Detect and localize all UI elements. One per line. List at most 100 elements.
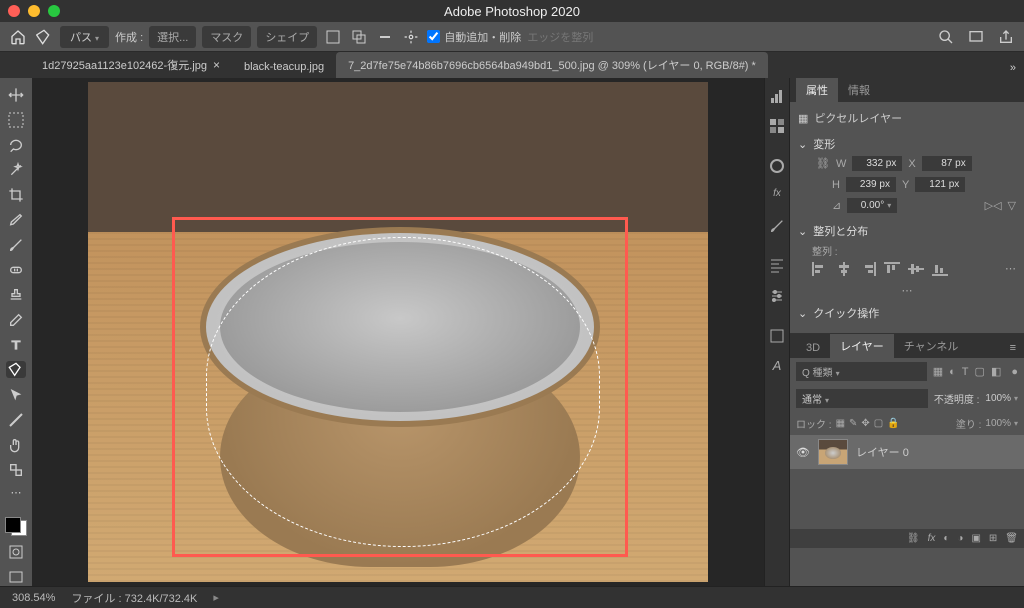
align-right-icon[interactable]: [860, 262, 876, 276]
chevron-down-icon[interactable]: ⌄: [798, 225, 807, 238]
min-dot[interactable]: [28, 5, 40, 17]
pen-tool-icon[interactable]: [6, 361, 26, 378]
opacity-field[interactable]: 100%: [985, 393, 1018, 404]
lock-pos-icon[interactable]: ✥: [861, 418, 869, 429]
mask-add-icon[interactable]: ◐: [943, 533, 949, 544]
status-caret-icon[interactable]: ▸: [213, 591, 219, 604]
align-hcenter-icon[interactable]: [836, 262, 852, 276]
panel-swatches-icon[interactable]: [769, 118, 785, 134]
layers-tab-3d[interactable]: 3D: [796, 338, 830, 358]
chevron-down-icon[interactable]: ⌄: [798, 138, 807, 151]
panel-glyph-icon[interactable]: A: [769, 358, 785, 374]
y-field[interactable]: 121 px: [915, 177, 965, 192]
mode-select[interactable]: パス: [60, 26, 109, 48]
chevron-down-icon[interactable]: ⌄: [798, 307, 807, 320]
filter-pixel-icon[interactable]: ▦: [933, 365, 943, 378]
search-icon[interactable]: [936, 27, 956, 47]
blend-mode-select[interactable]: 通常: [796, 389, 928, 408]
layers-tab-layers[interactable]: レイヤー: [830, 334, 894, 358]
path-op3-icon[interactable]: [375, 27, 395, 47]
filter-type-icon[interactable]: T: [962, 366, 969, 378]
panel-align-icon[interactable]: [769, 258, 785, 274]
more-tools-icon[interactable]: ⋯: [11, 486, 22, 499]
quickmask-icon[interactable]: [6, 544, 26, 561]
group-icon[interactable]: ▣: [971, 533, 980, 544]
type-tool-icon[interactable]: [6, 336, 26, 353]
home-icon[interactable]: [8, 27, 28, 47]
panel-menu-icon[interactable]: ≡: [1002, 338, 1024, 358]
flip-h-icon[interactable]: ▷◁: [985, 199, 1002, 212]
panel-adjust-icon[interactable]: [769, 288, 785, 304]
hand-tool-icon[interactable]: [6, 436, 26, 453]
align-top-icon[interactable]: [884, 262, 900, 276]
close-dot[interactable]: [8, 5, 20, 17]
healing-tool-icon[interactable]: [6, 261, 26, 278]
panel-histogram-icon[interactable]: [769, 88, 785, 104]
path-select-tool-icon[interactable]: [6, 386, 26, 403]
x-field[interactable]: 87 px: [922, 156, 972, 171]
layer-thumb[interactable]: [818, 439, 848, 465]
lasso-tool-icon[interactable]: [6, 136, 26, 153]
lock-paint-icon[interactable]: ✎: [849, 418, 857, 429]
color-swatches[interactable]: [5, 517, 27, 536]
share-icon[interactable]: [996, 27, 1016, 47]
link-wh-icon[interactable]: ⛓: [816, 157, 830, 170]
move-tool-icon[interactable]: [6, 86, 26, 103]
width-field[interactable]: 332 px: [852, 156, 902, 171]
props-tab-info[interactable]: 情報: [838, 78, 880, 102]
distribute-more-icon[interactable]: ⋯: [1005, 262, 1016, 276]
shape-button[interactable]: シェイプ: [257, 26, 317, 48]
ellipsis-icon[interactable]: ⋯: [798, 280, 1016, 301]
marquee-tool-icon[interactable]: [6, 111, 26, 128]
angle-field[interactable]: 0.00°: [847, 198, 897, 213]
align-left-icon[interactable]: [812, 262, 828, 276]
select-button[interactable]: 選択...: [149, 26, 196, 48]
link-layers-icon[interactable]: ⛓: [907, 533, 920, 544]
filter-adjust-icon[interactable]: ◐: [949, 366, 956, 378]
tab-0[interactable]: 1d27925aa1123e102462-復元.jpg×: [30, 52, 232, 78]
layer-row[interactable]: 👁 レイヤー 0: [790, 435, 1024, 469]
layer-name-label[interactable]: レイヤー 0: [856, 444, 909, 460]
stamp-tool-icon[interactable]: [6, 286, 26, 303]
lock-nest-icon[interactable]: ▢: [874, 418, 883, 429]
trash-icon[interactable]: 🗑: [1005, 533, 1018, 544]
gear-icon[interactable]: [401, 27, 421, 47]
auto-add-del[interactable]: 自動追加・削除: [427, 29, 521, 45]
align-bottom-icon[interactable]: [932, 262, 948, 276]
eyedropper-tool-icon[interactable]: [6, 211, 26, 228]
tab-1[interactable]: black-teacup.jpg: [232, 56, 336, 78]
screenmode-tool-icon[interactable]: [6, 569, 26, 586]
tab-2[interactable]: 7_2d7fe75e74b86b7696cb6564ba949bd1_500.j…: [336, 52, 768, 78]
zoom-status[interactable]: 308.54%: [12, 592, 55, 604]
layer-filter-kind[interactable]: Q 種類: [796, 362, 927, 381]
panel-brush-icon[interactable]: [769, 218, 785, 234]
align-vcenter-icon[interactable]: [908, 262, 924, 276]
lock-trans-icon[interactable]: ▦: [836, 418, 845, 429]
lock-all-icon[interactable]: 🔒: [887, 418, 899, 429]
tab-overflow-icon[interactable]: »: [1002, 58, 1024, 78]
window-controls[interactable]: [8, 5, 60, 17]
new-layer-icon[interactable]: ⊞: [989, 533, 997, 544]
fx-icon[interactable]: fx: [928, 533, 936, 544]
screen-mode-icon[interactable]: [966, 27, 986, 47]
eye-icon[interactable]: 👁: [796, 446, 810, 459]
path-op2-icon[interactable]: [349, 27, 369, 47]
panel-color-icon[interactable]: [769, 158, 785, 174]
panel-fx-icon[interactable]: fx: [769, 188, 785, 204]
filter-toggle-icon[interactable]: ●: [1011, 366, 1018, 378]
brush-tool-icon[interactable]: [6, 236, 26, 253]
filter-shape-icon[interactable]: ▢: [975, 365, 985, 378]
line-tool-icon[interactable]: [6, 411, 26, 428]
auto-checkbox[interactable]: [427, 30, 440, 43]
filter-smart-icon[interactable]: ◧: [991, 365, 1001, 378]
mask-button[interactable]: マスク: [202, 26, 251, 48]
path-op1-icon[interactable]: [323, 27, 343, 47]
max-dot[interactable]: [48, 5, 60, 17]
pen-tool-icon[interactable]: [34, 27, 54, 47]
eraser-tool-icon[interactable]: [6, 311, 26, 328]
canvas[interactable]: [88, 82, 708, 582]
height-field[interactable]: 239 px: [846, 177, 896, 192]
zoom-tool-icon[interactable]: [6, 461, 26, 478]
layers-tab-channels[interactable]: チャンネル: [894, 334, 969, 358]
props-tab-attr[interactable]: 属性: [796, 78, 838, 102]
